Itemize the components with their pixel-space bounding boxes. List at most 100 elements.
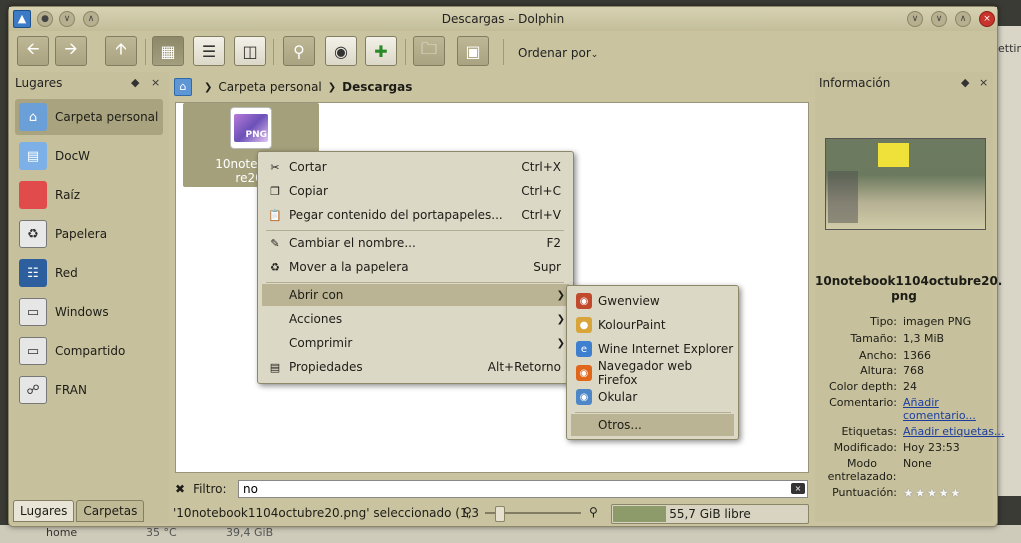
- menu-item-shortcut: Alt+Retorno: [487, 360, 561, 374]
- zoom-slider-handle[interactable]: [495, 506, 505, 522]
- breadcrumb-item-parent[interactable]: Carpeta personal: [218, 80, 321, 94]
- title-bar[interactable]: ▲ ● ∨ ∧ Descargas – Dolphin ∨ ∨ ∧ ×: [9, 7, 997, 31]
- place-label: Raíz: [55, 188, 81, 202]
- place-item-carpeta-personal[interactable]: ⌂ Carpeta personal: [15, 99, 163, 135]
- background-list-row: home 35 °C 39,4 GiB: [0, 525, 1021, 543]
- menu-item-others[interactable]: Otros...: [571, 414, 734, 436]
- panel-float-icon[interactable]: ◆: [961, 76, 969, 89]
- place-label: FRAN: [55, 383, 87, 397]
- rating-stars[interactable]: ★★★★★: [903, 486, 962, 500]
- menu-item-cut[interactable]: ✂ Cortar Ctrl+X: [262, 156, 569, 178]
- info-key: Puntuación:: [832, 486, 897, 499]
- back-button[interactable]: 🡨: [17, 36, 49, 66]
- up-button[interactable]: 🡩: [105, 36, 137, 66]
- menu-item-label: Okular: [598, 390, 638, 404]
- menu-item-copy[interactable]: ❐ Copiar Ctrl+C: [262, 180, 569, 202]
- home-folder-icon: ⌂: [19, 103, 47, 131]
- place-item-fran[interactable]: ☍ FRAN: [15, 372, 163, 408]
- zoom-out-icon[interactable]: ⚲: [463, 505, 472, 519]
- status-message: '10notebook1104octubre20.png' selecciona…: [173, 506, 480, 520]
- firefox-icon: ◉: [576, 365, 592, 381]
- info-value: 24: [903, 380, 917, 393]
- menu-item-gwenview[interactable]: ◉ Gwenview: [571, 290, 734, 312]
- place-item-docw[interactable]: ▤ DocW: [15, 138, 163, 174]
- panel-close-icon[interactable]: ×: [979, 76, 988, 89]
- menu-item-rename[interactable]: ✎ Cambiar el nombre... F2: [262, 232, 569, 254]
- keep-below-icon[interactable]: ∨: [907, 11, 923, 27]
- info-key: Tipo:: [870, 315, 897, 328]
- terminal-button[interactable]: ▣: [457, 36, 489, 66]
- home-icon[interactable]: ⌂: [174, 78, 192, 96]
- columns-view-button[interactable]: ◫: [234, 36, 266, 66]
- maximize-icon[interactable]: ∧: [955, 11, 971, 27]
- close-icon[interactable]: ×: [979, 11, 995, 27]
- minimize-icon[interactable]: ∨: [931, 11, 947, 27]
- details-view-button[interactable]: ☰: [193, 36, 225, 66]
- menu-item-label: Wine Internet Explorer: [598, 342, 734, 356]
- close-filter-icon[interactable]: ✖: [175, 482, 185, 496]
- menu-item-paste[interactable]: 📋 Pegar contenido del portapapeles... Ctrl…: [262, 204, 569, 226]
- menu-item-label: Otros...: [598, 418, 642, 432]
- usb-drive-icon: ☍: [19, 376, 47, 404]
- ie-icon: e: [576, 341, 592, 357]
- search-button[interactable]: ⚲: [283, 36, 315, 66]
- preview-button[interactable]: ◉: [325, 36, 357, 66]
- add-comment-link[interactable]: Añadir comentario...: [903, 396, 995, 422]
- search-icon: ⚲: [293, 41, 305, 61]
- background-row-name: home: [46, 526, 78, 539]
- filter-input[interactable]: [238, 480, 808, 498]
- place-item-papelera[interactable]: ♻ Papelera: [15, 216, 163, 252]
- menu-item-okular[interactable]: ◉ Okular: [571, 386, 734, 408]
- menu-item-move-to-trash[interactable]: ♻ Mover a la papelera Supr: [262, 256, 569, 278]
- root-folder-icon: [19, 181, 47, 209]
- menu-item-label: KolourPaint: [598, 318, 666, 332]
- zoom-in-icon[interactable]: ⚲: [589, 505, 598, 519]
- add-tags-link[interactable]: Añadir etiquetas...: [903, 425, 1004, 438]
- split-icon: ✚: [374, 41, 388, 61]
- menu-item-properties[interactable]: ▤ Propiedades Alt+Retorno: [262, 356, 569, 378]
- menu-item-label: Acciones: [289, 312, 343, 326]
- chevron-right-icon: ❯: [204, 81, 213, 93]
- panel-close-icon[interactable]: ×: [151, 76, 160, 89]
- menu-item-label: Navegador web Firefox: [597, 359, 693, 387]
- chevron-right-icon: ❯: [556, 337, 565, 349]
- menu-item-wine-internet-explorer[interactable]: e Wine Internet Explorer: [571, 338, 734, 360]
- new-folder-button[interactable]: 🗀: [413, 36, 445, 66]
- breadcrumb-item-current[interactable]: Descargas: [342, 80, 412, 94]
- menu-item-label: Pegar contenido del portapapeles...: [289, 208, 503, 222]
- place-item-windows[interactable]: ▭ Windows: [15, 294, 163, 330]
- preview-sticky-note: [878, 143, 909, 167]
- info-value: 768: [903, 364, 924, 377]
- split-button[interactable]: ✚: [365, 36, 397, 66]
- menu-item-shortcut: Ctrl+V: [521, 208, 561, 222]
- menu-item-open-with[interactable]: Abrir con ❯: [262, 284, 569, 306]
- place-item-raiz[interactable]: Raíz: [15, 177, 163, 213]
- place-item-red[interactable]: ☷ Red: [15, 255, 163, 291]
- sort-by-menu[interactable]: Ordenar por⌄: [518, 46, 598, 60]
- menu-item-label: Cambiar el nombre...: [289, 236, 416, 250]
- filter-bar: ✖ Filtro: ×: [175, 479, 809, 499]
- tab-lugares[interactable]: Lugares: [13, 500, 75, 522]
- menu-item-actions[interactable]: Acciones ❯: [262, 308, 569, 330]
- menu-item-kolourpaint[interactable]: ● KolourPaint: [571, 314, 734, 336]
- toolbar-separator: [273, 39, 274, 65]
- icons-view-button[interactable]: ▦: [152, 36, 184, 66]
- info-key: Color depth:: [829, 380, 897, 393]
- tab-carpetas[interactable]: Carpetas: [76, 500, 145, 522]
- status-bar: '10notebook1104octubre20.png' selecciona…: [171, 502, 811, 524]
- info-key: Etiquetas:: [841, 425, 897, 438]
- panel-float-icon[interactable]: ◆: [131, 76, 139, 89]
- menu-item-shortcut: F2: [546, 236, 561, 250]
- preview-icon: ◉: [334, 41, 348, 61]
- forward-button[interactable]: 🡪: [55, 36, 87, 66]
- menu-item-firefox[interactable]: ◉ Navegador web Firefox: [571, 359, 734, 387]
- place-item-compartido[interactable]: ▭ Compartido: [15, 333, 163, 369]
- menu-item-compress[interactable]: Comprimir ❯: [262, 332, 569, 354]
- place-label: Windows: [55, 305, 109, 319]
- chevron-down-icon: ⌄: [590, 50, 599, 60]
- menu-item-label: Gwenview: [598, 294, 660, 308]
- info-value: 1366: [903, 349, 931, 362]
- toolbar-separator: [145, 39, 146, 65]
- clear-filter-icon[interactable]: ×: [791, 483, 805, 494]
- sort-by-label: Ordenar por: [518, 46, 591, 60]
